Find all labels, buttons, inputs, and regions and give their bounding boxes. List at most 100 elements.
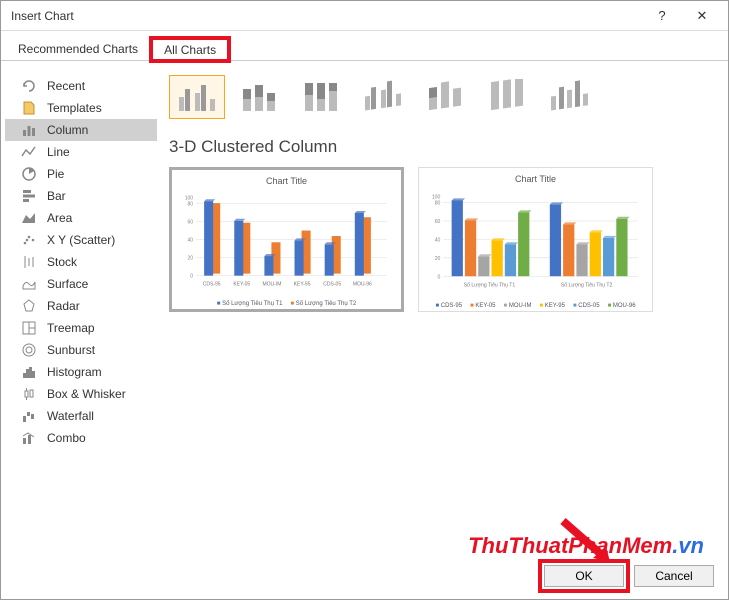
sidebar-item-treemap[interactable]: Treemap bbox=[5, 317, 157, 339]
treemap-icon bbox=[21, 320, 37, 336]
templates-icon bbox=[21, 100, 37, 116]
sidebar-item-label: X Y (Scatter) bbox=[47, 233, 115, 247]
sidebar-item-label: Column bbox=[47, 123, 88, 137]
preview-row: Chart Title 020406080100 CDS-95KEY-05MOU… bbox=[169, 167, 712, 312]
titlebar: Insert Chart ? ✕ bbox=[1, 1, 728, 31]
svg-text:Số Lượng Tiêu Thụ T2: Số Lượng Tiêu Thụ T2 bbox=[561, 282, 613, 288]
svg-text:80: 80 bbox=[187, 201, 193, 207]
recent-icon bbox=[21, 78, 37, 94]
sidebar-item-waterfall[interactable]: Waterfall bbox=[5, 405, 157, 427]
sidebar-item-sunburst[interactable]: Sunburst bbox=[5, 339, 157, 361]
ok-button[interactable]: OK bbox=[544, 565, 624, 587]
surface-icon bbox=[21, 276, 37, 292]
chart-preview-2[interactable]: Chart Title 0 20 40 60 80100 Số Lượng Tiêu T… bbox=[418, 167, 653, 312]
subtype-3d-stacked-column[interactable] bbox=[417, 75, 473, 119]
svg-text:KEY-05: KEY-05 bbox=[233, 282, 250, 288]
svg-text:40: 40 bbox=[435, 237, 441, 243]
sidebar-item-histogram[interactable]: Histogram bbox=[5, 361, 157, 383]
sidebar-item-label: Treemap bbox=[47, 321, 95, 335]
svg-text:80: 80 bbox=[435, 201, 441, 207]
sidebar-item-label: Surface bbox=[47, 277, 88, 291]
help-button[interactable]: ? bbox=[642, 3, 682, 29]
sidebar-item-label: Recent bbox=[47, 79, 85, 93]
box-whisker-icon bbox=[21, 386, 37, 402]
sidebar-item-surface[interactable]: Surface bbox=[5, 273, 157, 295]
sidebar-item-radar[interactable]: Radar bbox=[5, 295, 157, 317]
preview-chart-svg: 020406080100 CDS-95KEY-05MOU-IMKEY-95CDS… bbox=[176, 188, 397, 299]
subtype-3d-100-stacked-column[interactable] bbox=[479, 75, 535, 119]
svg-text:CDS-95: CDS-95 bbox=[203, 282, 221, 288]
svg-text:20: 20 bbox=[435, 256, 441, 262]
svg-text:0: 0 bbox=[190, 274, 193, 280]
svg-text:Số Lượng Tiêu Thụ T1: Số Lượng Tiêu Thụ T1 bbox=[464, 282, 516, 288]
preview-legend: CDS-95 KEY-05 MOU-IM KEY-95 CDS-05 MOU-9… bbox=[435, 303, 635, 309]
sidebar-item-label: Stock bbox=[47, 255, 77, 269]
sidebar-item-pie[interactable]: Pie bbox=[5, 163, 157, 185]
preview-title: Chart Title bbox=[266, 176, 307, 186]
sidebar-item-column[interactable]: Column bbox=[5, 119, 157, 141]
preview-legend: Số Lượng Tiêu Thụ T1 Số Lượng Tiêu Thụ T… bbox=[217, 301, 356, 307]
insert-chart-dialog: Insert Chart ? ✕ Recommended Charts All … bbox=[0, 0, 729, 600]
sidebar-item-label: Templates bbox=[47, 101, 102, 115]
subtype-stacked-column[interactable] bbox=[231, 75, 287, 119]
svg-text:KEY-95: KEY-95 bbox=[294, 282, 311, 288]
radar-icon bbox=[21, 298, 37, 314]
svg-text:20: 20 bbox=[187, 256, 193, 262]
subtype-clustered-column[interactable] bbox=[169, 75, 225, 119]
sidebar-item-area[interactable]: Area bbox=[5, 207, 157, 229]
scatter-icon bbox=[21, 232, 37, 248]
tab-recommended-charts[interactable]: Recommended Charts bbox=[5, 37, 151, 60]
sidebar-item-label: Radar bbox=[47, 299, 80, 313]
subtype-name-label: 3-D Clustered Column bbox=[169, 137, 712, 157]
line-icon bbox=[21, 144, 37, 160]
sidebar-item-combo[interactable]: Combo bbox=[5, 427, 157, 449]
preview-title: Chart Title bbox=[515, 174, 556, 184]
cancel-button[interactable]: Cancel bbox=[634, 565, 714, 587]
waterfall-icon bbox=[21, 408, 37, 424]
svg-text:60: 60 bbox=[435, 219, 441, 225]
column-icon bbox=[21, 122, 37, 138]
sidebar-item-label: Box & Whisker bbox=[47, 387, 126, 401]
sidebar-item-line[interactable]: Line bbox=[5, 141, 157, 163]
combo-icon bbox=[21, 430, 37, 446]
svg-text:100: 100 bbox=[432, 195, 441, 201]
svg-text:100: 100 bbox=[185, 195, 194, 201]
subtype-3d-column[interactable] bbox=[541, 75, 597, 119]
tab-bar: Recommended Charts All Charts bbox=[1, 35, 728, 61]
sidebar-item-stock[interactable]: Stock bbox=[5, 251, 157, 273]
sidebar-item-bar[interactable]: Bar bbox=[5, 185, 157, 207]
sidebar-item-recent[interactable]: Recent bbox=[5, 75, 157, 97]
chart-preview-1[interactable]: Chart Title 020406080100 CDS-95KEY-05MOU… bbox=[169, 167, 404, 312]
sidebar-item-label: Waterfall bbox=[47, 409, 94, 423]
area-icon bbox=[21, 210, 37, 226]
column-subtype-row bbox=[169, 75, 712, 123]
main-panel: 3-D Clustered Column Chart Title 0 20 40 60… bbox=[161, 61, 728, 559]
close-button[interactable]: ✕ bbox=[682, 3, 722, 29]
sidebar-item-label: Line bbox=[47, 145, 70, 159]
chart-category-sidebar: Recent Templates Column Line Pie Bar bbox=[1, 61, 161, 559]
subtype-100-stacked-column[interactable] bbox=[293, 75, 349, 119]
dialog-footer: OK Cancel bbox=[542, 563, 714, 589]
svg-text:MOU-96: MOU-96 bbox=[353, 282, 372, 288]
sidebar-item-label: Sunburst bbox=[47, 343, 95, 357]
svg-text:MOU-IM: MOU-IM bbox=[262, 282, 281, 288]
window-title: Insert Chart bbox=[11, 9, 642, 23]
annotation-arrow bbox=[558, 516, 618, 569]
svg-text:CDS-05: CDS-05 bbox=[323, 282, 341, 288]
sidebar-item-label: Histogram bbox=[47, 365, 102, 379]
subtype-3d-clustered-column[interactable] bbox=[355, 75, 411, 119]
histogram-icon bbox=[21, 364, 37, 380]
sidebar-item-label: Pie bbox=[47, 167, 64, 181]
sidebar-item-label: Bar bbox=[47, 189, 66, 203]
stock-icon bbox=[21, 254, 37, 270]
sidebar-item-box-whisker[interactable]: Box & Whisker bbox=[5, 383, 157, 405]
sidebar-item-templates[interactable]: Templates bbox=[5, 97, 157, 119]
sidebar-item-label: Area bbox=[47, 211, 72, 225]
preview-chart-svg: 0 20 40 60 80100 Số Lượng Tiêu Thụ T1 Số Lượ… bbox=[423, 186, 648, 301]
svg-text:0: 0 bbox=[438, 274, 441, 280]
sidebar-item-scatter[interactable]: X Y (Scatter) bbox=[5, 229, 157, 251]
pie-icon bbox=[21, 166, 37, 182]
bar-icon bbox=[21, 188, 37, 204]
tab-all-charts[interactable]: All Charts bbox=[151, 38, 229, 61]
svg-text:40: 40 bbox=[187, 237, 193, 243]
